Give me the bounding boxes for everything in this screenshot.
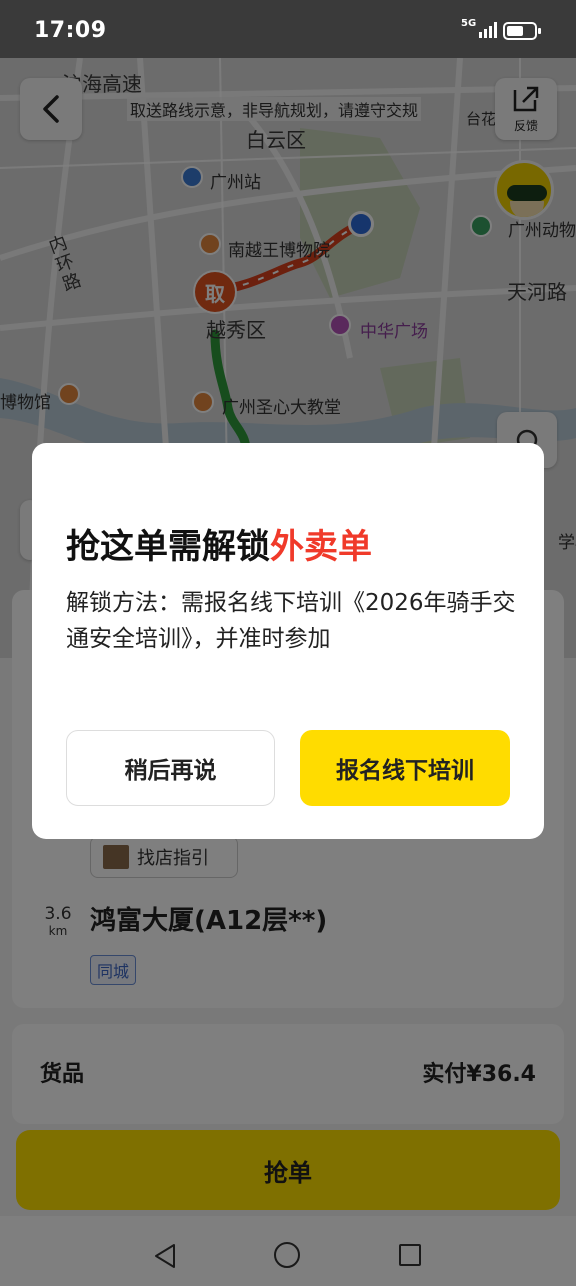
later-button[interactable]: 稍后再说 [66, 730, 275, 806]
network-type: 5G [461, 18, 477, 29]
signup-training-button[interactable]: 报名线下培训 [300, 730, 510, 806]
status-bar: 17:09 5G [0, 0, 576, 58]
dialog-message: 解锁方法：需报名线下培训《2026年骑手交通安全培训》，并准时参加 [66, 590, 516, 652]
dialog-title-highlight: 外卖单 [270, 527, 372, 567]
unlock-dialog: 抢这单需解锁外卖单 解锁方法：需报名线下培训《2026年骑手交通安全培训》，并准… [32, 443, 544, 839]
dialog-title: 抢这单需解锁外卖单 [66, 519, 372, 568]
signal-icon: 5G [461, 18, 497, 42]
dialog-title-prefix: 抢这单需解锁 [66, 527, 270, 567]
status-time: 17:09 [34, 18, 107, 43]
battery-icon [503, 22, 541, 40]
